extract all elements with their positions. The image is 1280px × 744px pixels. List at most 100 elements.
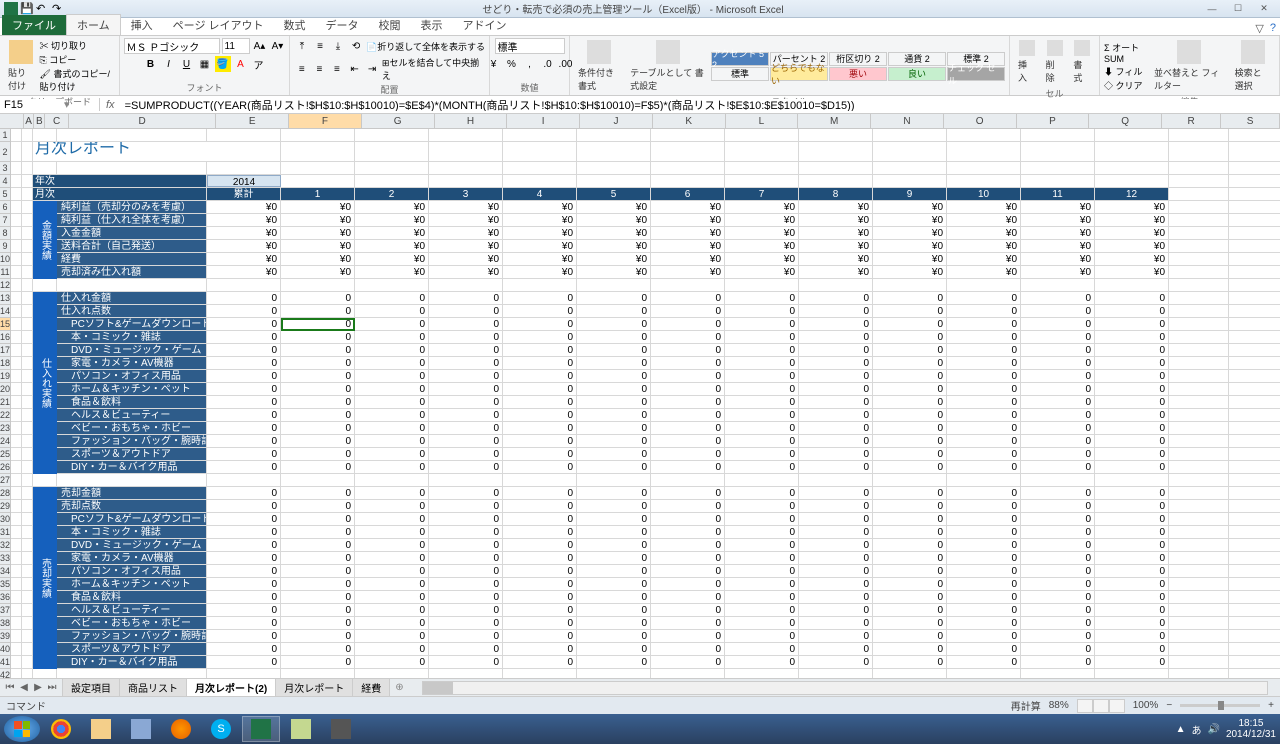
row-header-23[interactable]: 23	[0, 422, 10, 435]
col-header-O[interactable]: O	[944, 114, 1017, 128]
align-middle-icon[interactable]: ≡	[312, 38, 328, 54]
indent-inc-icon[interactable]: ⇥	[364, 61, 380, 77]
sheet-nav-next-icon[interactable]: ▶	[32, 682, 44, 693]
view-layout-icon[interactable]	[1093, 699, 1109, 713]
col-header-R[interactable]: R	[1162, 114, 1221, 128]
col-header-B[interactable]: B	[34, 114, 45, 128]
inc-decimal-icon[interactable]: .0	[540, 56, 556, 72]
row-header-8[interactable]: 8	[0, 227, 10, 240]
name-box[interactable]	[4, 99, 64, 111]
cut-button[interactable]: ✂ 切り取り	[40, 39, 115, 52]
font-color-button[interactable]: A	[233, 56, 249, 72]
merge-button[interactable]: ⊞セルを結合して中央揃え	[382, 56, 485, 82]
row-header-36[interactable]: 36	[0, 591, 10, 604]
row-header-9[interactable]: 9	[0, 240, 10, 253]
sheet-nav-last-icon[interactable]: ⏭	[46, 682, 58, 693]
style-sep2[interactable]: 桁区切り 2	[829, 52, 887, 66]
align-center-icon[interactable]: ≡	[312, 61, 328, 77]
row-header-2[interactable]: 2	[0, 142, 10, 162]
new-sheet-icon[interactable]: ⊕	[389, 682, 409, 693]
redo-icon[interactable]: ↷	[52, 2, 66, 16]
tray-ime-icon[interactable]: あ	[1191, 722, 1201, 737]
row-header-10[interactable]: 10	[0, 253, 10, 266]
row-header-42[interactable]: 42	[0, 669, 10, 678]
row-header-29[interactable]: 29	[0, 500, 10, 513]
font-size-select[interactable]	[222, 38, 250, 54]
tab-insert[interactable]: 挿入	[121, 15, 163, 35]
col-header-J[interactable]: J	[580, 114, 653, 128]
font-name-select[interactable]	[124, 38, 220, 54]
row-header-39[interactable]: 39	[0, 630, 10, 643]
row-header-34[interactable]: 34	[0, 565, 10, 578]
col-header-D[interactable]: D	[69, 114, 216, 128]
row-header-7[interactable]: 7	[0, 214, 10, 227]
row-header-14[interactable]: 14	[0, 305, 10, 318]
row-header-11[interactable]: 11	[0, 266, 10, 279]
row-header-3[interactable]: 3	[0, 162, 10, 175]
style-bad[interactable]: 悪い	[829, 67, 887, 81]
row-header-20[interactable]: 20	[0, 383, 10, 396]
number-format-select[interactable]	[495, 38, 565, 54]
tray-volume-icon[interactable]: 🔊	[1207, 724, 1219, 735]
grow-font-icon[interactable]: A▴	[252, 38, 268, 54]
horizontal-scrollbar[interactable]	[422, 681, 1268, 695]
row-header-41[interactable]: 41	[0, 656, 10, 669]
col-header-M[interactable]: M	[798, 114, 871, 128]
border-button[interactable]: ▦	[197, 56, 213, 72]
row-header-16[interactable]: 16	[0, 331, 10, 344]
minimize-button[interactable]: —	[1200, 2, 1224, 16]
row-header-6[interactable]: 6	[0, 201, 10, 214]
view-break-icon[interactable]	[1109, 699, 1125, 713]
phonetic-button[interactable]: ア	[251, 56, 267, 72]
row-header-12[interactable]: 12	[0, 279, 10, 292]
col-header-K[interactable]: K	[653, 114, 726, 128]
row-header-32[interactable]: 32	[0, 539, 10, 552]
tab-addin[interactable]: アドイン	[453, 15, 517, 35]
sheet-nav-first-icon[interactable]: ⏮	[4, 682, 16, 693]
save-icon[interactable]: 💾	[20, 2, 34, 16]
shrink-font-icon[interactable]: A▾	[270, 38, 286, 54]
row-header-33[interactable]: 33	[0, 552, 10, 565]
style-std[interactable]: 標準	[711, 67, 769, 81]
delete-cells-button[interactable]: 削除	[1042, 38, 1068, 86]
select-all-corner[interactable]	[0, 114, 24, 128]
row-header-30[interactable]: 30	[0, 513, 10, 526]
col-header-S[interactable]: S	[1221, 114, 1280, 128]
col-header-E[interactable]: E	[216, 114, 289, 128]
percent-icon[interactable]: %	[504, 56, 520, 72]
style-good[interactable]: 良い	[888, 67, 946, 81]
align-bottom-icon[interactable]: ⤓	[330, 38, 346, 54]
help-icon[interactable]: ?	[1270, 22, 1276, 35]
bold-button[interactable]: B	[143, 56, 159, 72]
tray-clock[interactable]: 18:152014/12/31	[1226, 718, 1276, 740]
row-header-13[interactable]: 13	[0, 292, 10, 305]
col-header-F[interactable]: F	[289, 114, 362, 128]
sheet-grid[interactable]: ABCDEFGHIJKLMNOPQRS 12345678910111213141…	[0, 114, 1280, 678]
conditional-format-button[interactable]: 条件付き 書式	[574, 38, 624, 94]
row-header-26[interactable]: 26	[0, 461, 10, 474]
zoom-in-button[interactable]: +	[1268, 700, 1274, 711]
indent-dec-icon[interactable]: ⇤	[347, 61, 363, 77]
italic-button[interactable]: I	[161, 56, 177, 72]
style-currency2[interactable]: 通貨 2	[888, 52, 946, 66]
insert-cells-button[interactable]: 挿入	[1014, 38, 1040, 86]
tray-flag-icon[interactable]: ▲	[1176, 724, 1186, 735]
find-select-button[interactable]: 検索と 選択	[1231, 38, 1275, 94]
sheet-tab[interactable]: 設定項目	[62, 679, 120, 697]
row-header-37[interactable]: 37	[0, 604, 10, 617]
style-accent52[interactable]: アクセント 5 2	[711, 52, 769, 66]
row-header-19[interactable]: 19	[0, 370, 10, 383]
row-header-1[interactable]: 1	[0, 129, 10, 142]
clear-button[interactable]: ◇ クリア	[1104, 79, 1148, 92]
col-header-A[interactable]: A	[24, 114, 35, 128]
sheet-tab[interactable]: 月次レポート	[275, 679, 353, 697]
row-header-40[interactable]: 40	[0, 643, 10, 656]
sheet-tab[interactable]: 月次レポート(2)	[186, 679, 276, 697]
col-header-G[interactable]: G	[362, 114, 435, 128]
paste-button[interactable]: 貼り付け	[4, 38, 38, 94]
row-header-25[interactable]: 25	[0, 448, 10, 461]
align-left-icon[interactable]: ≡	[294, 61, 310, 77]
comma-icon[interactable]: ,	[522, 56, 538, 72]
align-right-icon[interactable]: ≡	[329, 61, 345, 77]
copy-button[interactable]: ⎘ コピー	[40, 53, 115, 66]
